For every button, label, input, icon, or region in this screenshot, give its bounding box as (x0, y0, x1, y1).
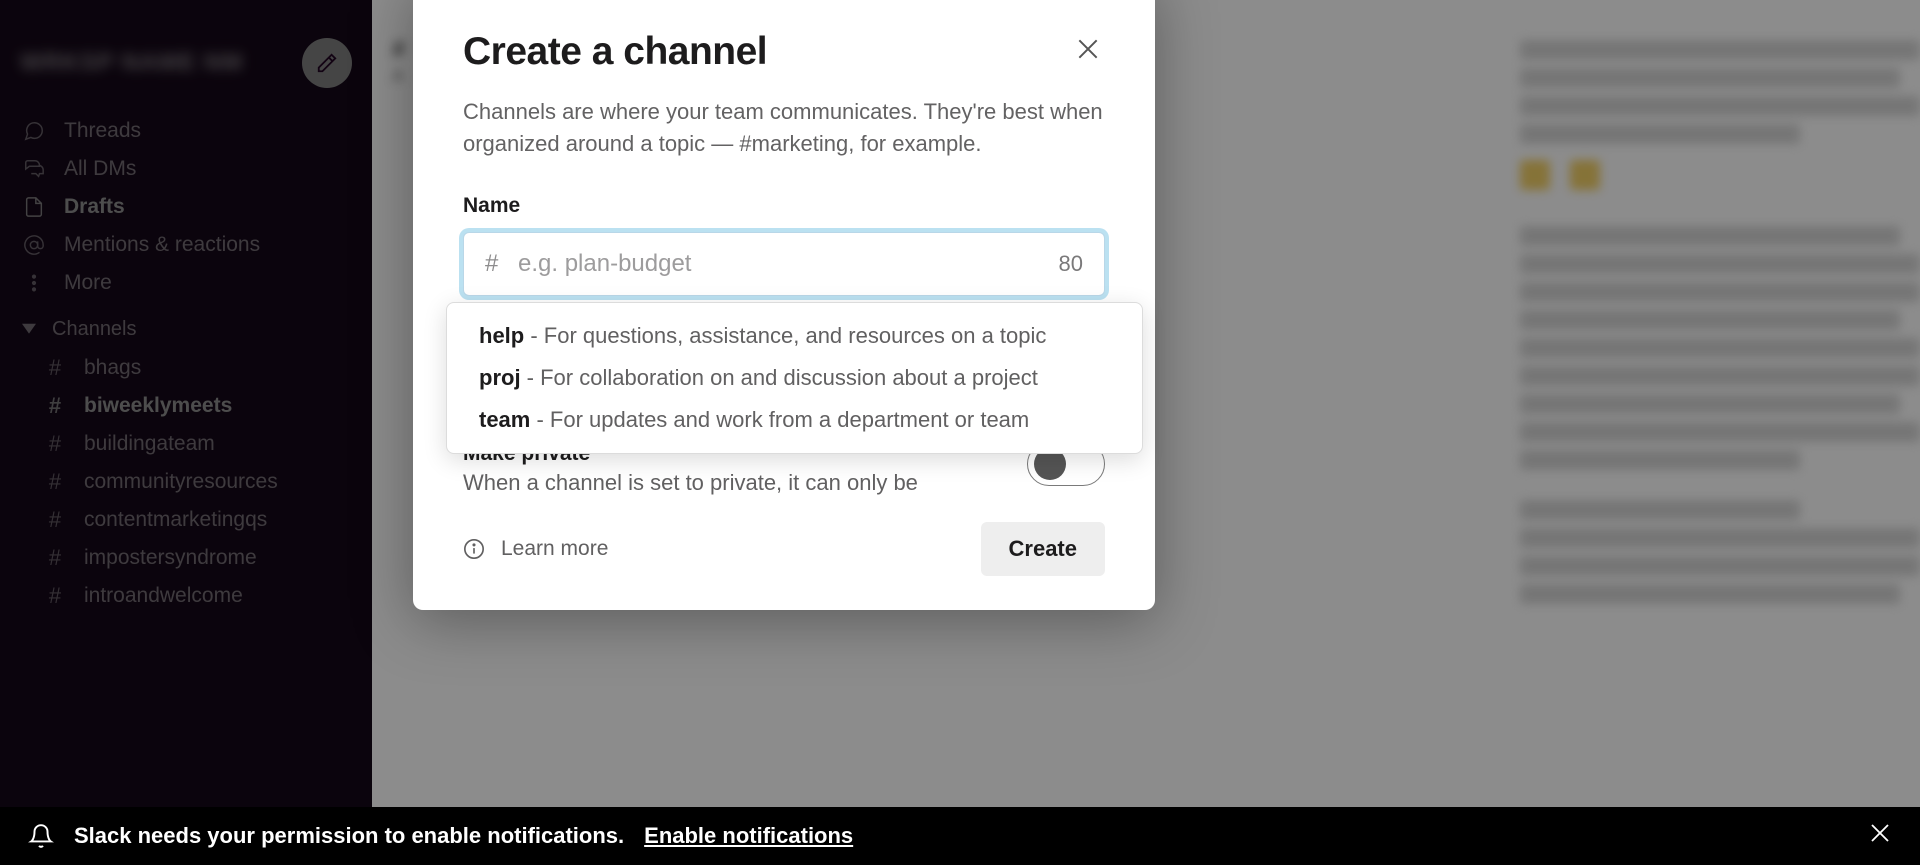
close-button[interactable] (1075, 36, 1105, 66)
notification-close-button[interactable] (1868, 821, 1892, 851)
name-input-wrap: # 80 help - For questions, assistance, a… (463, 232, 1105, 296)
make-private-description: When a channel is set to private, it can… (463, 470, 918, 496)
info-icon (463, 538, 485, 560)
hash-icon: # (485, 250, 498, 278)
create-channel-modal: Create a channel Channels are where your… (413, 0, 1155, 610)
suggestion-help[interactable]: help - For questions, assistance, and re… (447, 315, 1142, 357)
notification-text: Slack needs your permission to enable no… (74, 823, 624, 849)
name-field-label: Name (463, 194, 1105, 218)
enable-notifications-link[interactable]: Enable notifications (644, 823, 853, 849)
suggestion-team[interactable]: team - For updates and work from a depar… (447, 399, 1142, 441)
modal-description: Channels are where your team communicate… (463, 96, 1105, 160)
modal-title: Create a channel (463, 30, 767, 74)
create-button[interactable]: Create (981, 522, 1105, 576)
channel-name-input[interactable] (463, 232, 1105, 296)
bell-icon (28, 823, 54, 849)
char-count: 80 (1059, 251, 1083, 277)
name-suggestions-dropdown: help - For questions, assistance, and re… (446, 302, 1143, 454)
suggestion-proj[interactable]: proj - For collaboration on and discussi… (447, 357, 1142, 399)
learn-more-link[interactable]: Learn more (463, 537, 608, 561)
notification-permission-bar: Slack needs your permission to enable no… (0, 807, 1920, 865)
close-icon (1868, 821, 1892, 845)
close-icon (1075, 36, 1101, 62)
